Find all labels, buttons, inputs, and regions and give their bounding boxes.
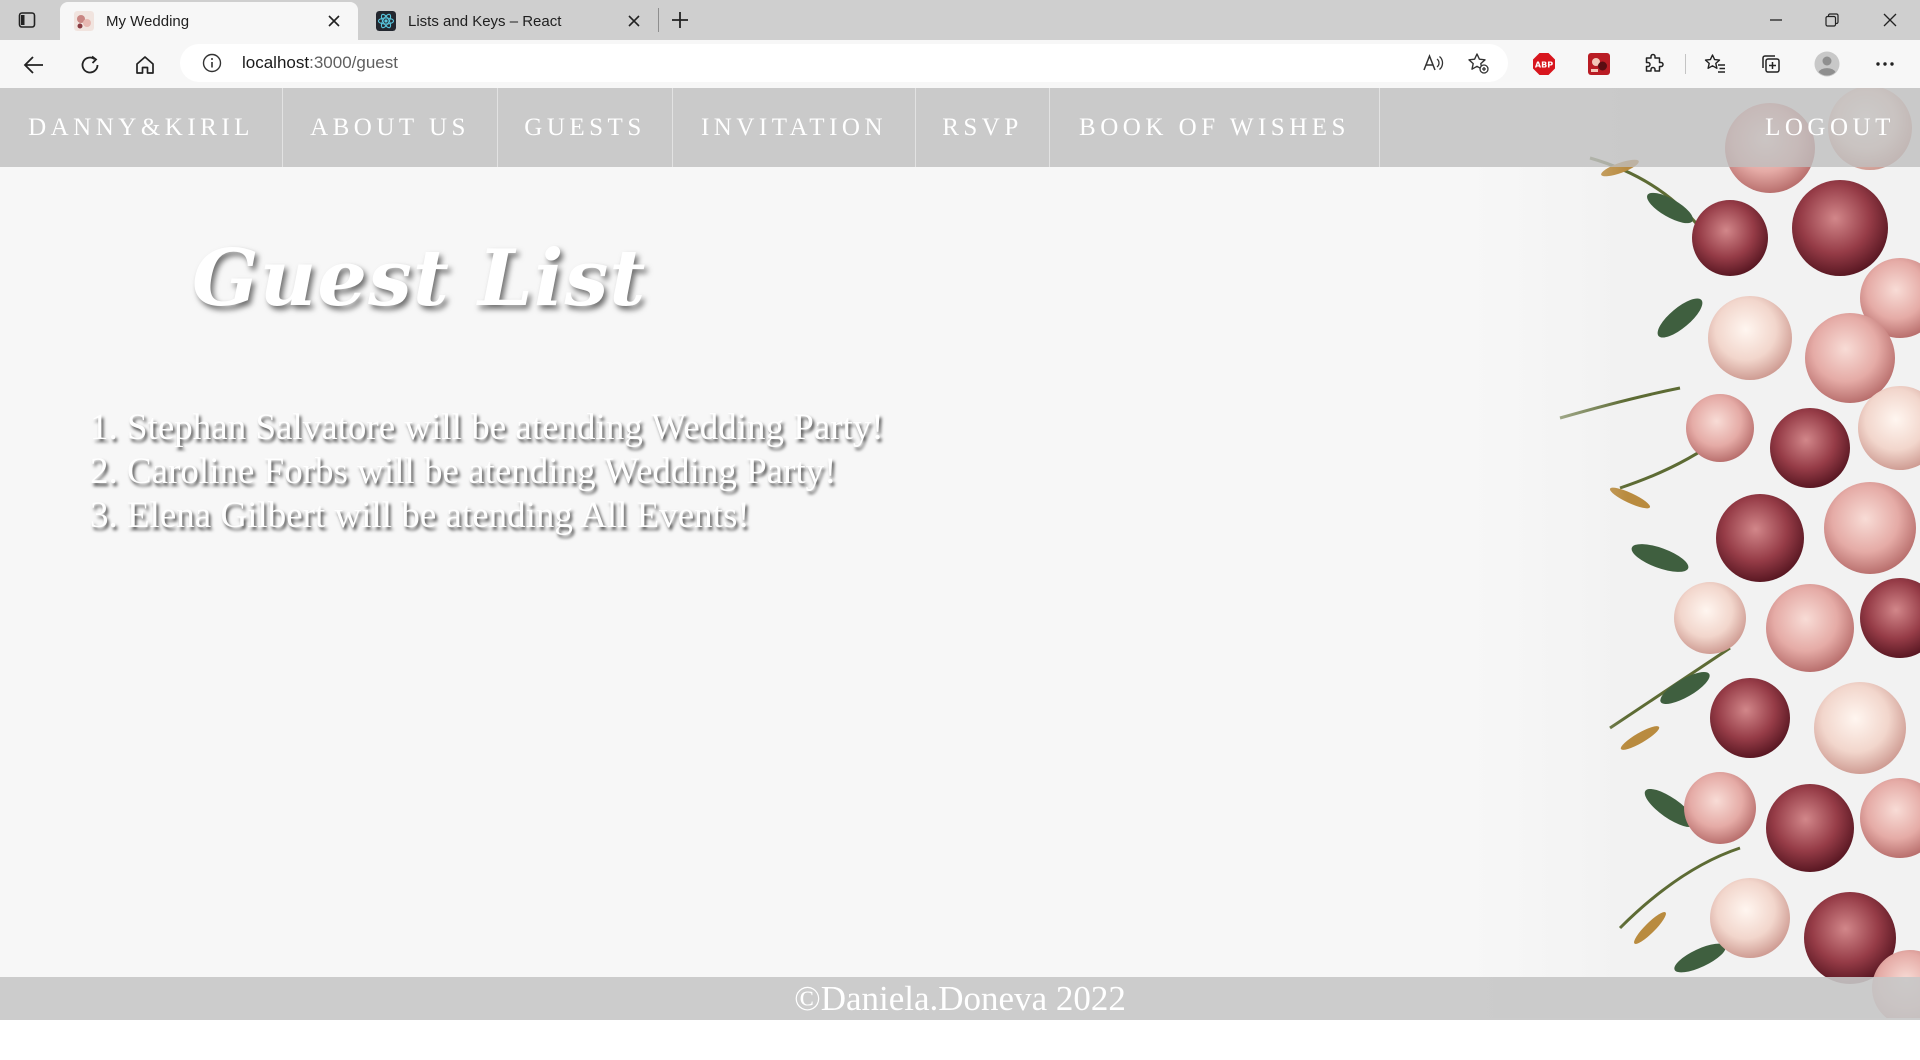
nav-guests[interactable]: GUESTS bbox=[498, 88, 673, 167]
url-text: localhost:3000/guest bbox=[242, 53, 398, 73]
nav-book-of-wishes[interactable]: BOOK OF WISHES bbox=[1050, 88, 1380, 167]
wedding-favicon bbox=[74, 11, 94, 31]
site-navigation: DANNY&KIRIL ABOUT US GUESTS INVITATION R… bbox=[0, 88, 1920, 167]
svg-text:ABP: ABP bbox=[1535, 61, 1553, 70]
read-aloud-icon[interactable] bbox=[1422, 52, 1444, 74]
address-bar[interactable]: localhost:3000/guest bbox=[180, 44, 1508, 82]
page-title: Guest List bbox=[192, 233, 647, 324]
tab-title: My Wedding bbox=[106, 12, 190, 30]
toolbar-divider bbox=[1685, 54, 1686, 74]
nav-invitation[interactable]: INVITATION bbox=[673, 88, 916, 167]
site-info-icon[interactable] bbox=[202, 53, 222, 73]
new-tab-icon[interactable] bbox=[668, 8, 692, 32]
tab-divider bbox=[658, 8, 659, 32]
guest-list-item: 2. Caroline Forbs will be atending Weddi… bbox=[90, 451, 837, 492]
page-viewport: DANNY&KIRIL ABOUT US GUESTS INVITATION R… bbox=[0, 88, 1920, 1060]
favorites-icon[interactable] bbox=[1702, 51, 1728, 77]
react-favicon bbox=[376, 11, 396, 31]
settings-more-icon[interactable] bbox=[1872, 51, 1898, 77]
back-icon[interactable] bbox=[21, 52, 47, 78]
collections-icon[interactable] bbox=[1758, 51, 1784, 77]
nav-brand-link[interactable]: DANNY&KIRIL bbox=[0, 88, 283, 167]
browser-toolbar: localhost:3000/guest ABP bbox=[0, 40, 1920, 88]
extension-app-icon[interactable] bbox=[1586, 51, 1612, 77]
copyright-text: ©Daniela.Doneva 2022 bbox=[794, 978, 1126, 1018]
minimize-icon[interactable] bbox=[1764, 8, 1788, 32]
close-tab-icon[interactable] bbox=[324, 11, 344, 31]
site-footer: ©Daniela.Doneva 2022 bbox=[0, 977, 1920, 1020]
profile-avatar-icon[interactable] bbox=[1814, 51, 1840, 77]
nav-rsvp[interactable]: RSVP bbox=[916, 88, 1050, 167]
url-host: localhost bbox=[242, 53, 310, 72]
page-bottom-area bbox=[0, 1020, 1920, 1060]
add-favorite-icon[interactable] bbox=[1467, 52, 1489, 74]
tab-my-wedding[interactable]: My Wedding bbox=[60, 2, 358, 40]
nav-about-us[interactable]: ABOUT US bbox=[283, 88, 498, 167]
home-icon[interactable] bbox=[132, 52, 158, 78]
guest-list-item: 1. Stephan Salvatore will be atending We… bbox=[90, 407, 884, 448]
restore-icon[interactable] bbox=[1820, 8, 1844, 32]
url-path: :3000/guest bbox=[309, 53, 398, 72]
nav-logout[interactable]: LOGOUT bbox=[1740, 88, 1920, 167]
refresh-icon[interactable] bbox=[77, 52, 103, 78]
tab-title: Lists and Keys – React bbox=[408, 12, 562, 30]
flower-garland-image bbox=[1470, 88, 1920, 1018]
guest-list: 1. Stephan Salvatore will be atending We… bbox=[90, 406, 884, 538]
guest-list-item: 3. Elena Gilbert will be atending All Ev… bbox=[90, 495, 750, 536]
extensions-puzzle-icon[interactable] bbox=[1641, 51, 1667, 77]
browser-tab-bar: My Wedding Lists and Keys – React bbox=[0, 0, 1920, 40]
close-tab-icon[interactable] bbox=[624, 11, 644, 31]
tab-actions-icon[interactable] bbox=[16, 9, 38, 31]
tab-lists-and-keys[interactable]: Lists and Keys – React bbox=[362, 2, 658, 40]
close-window-icon[interactable] bbox=[1878, 8, 1902, 32]
adblock-plus-icon[interactable]: ABP bbox=[1531, 51, 1557, 77]
